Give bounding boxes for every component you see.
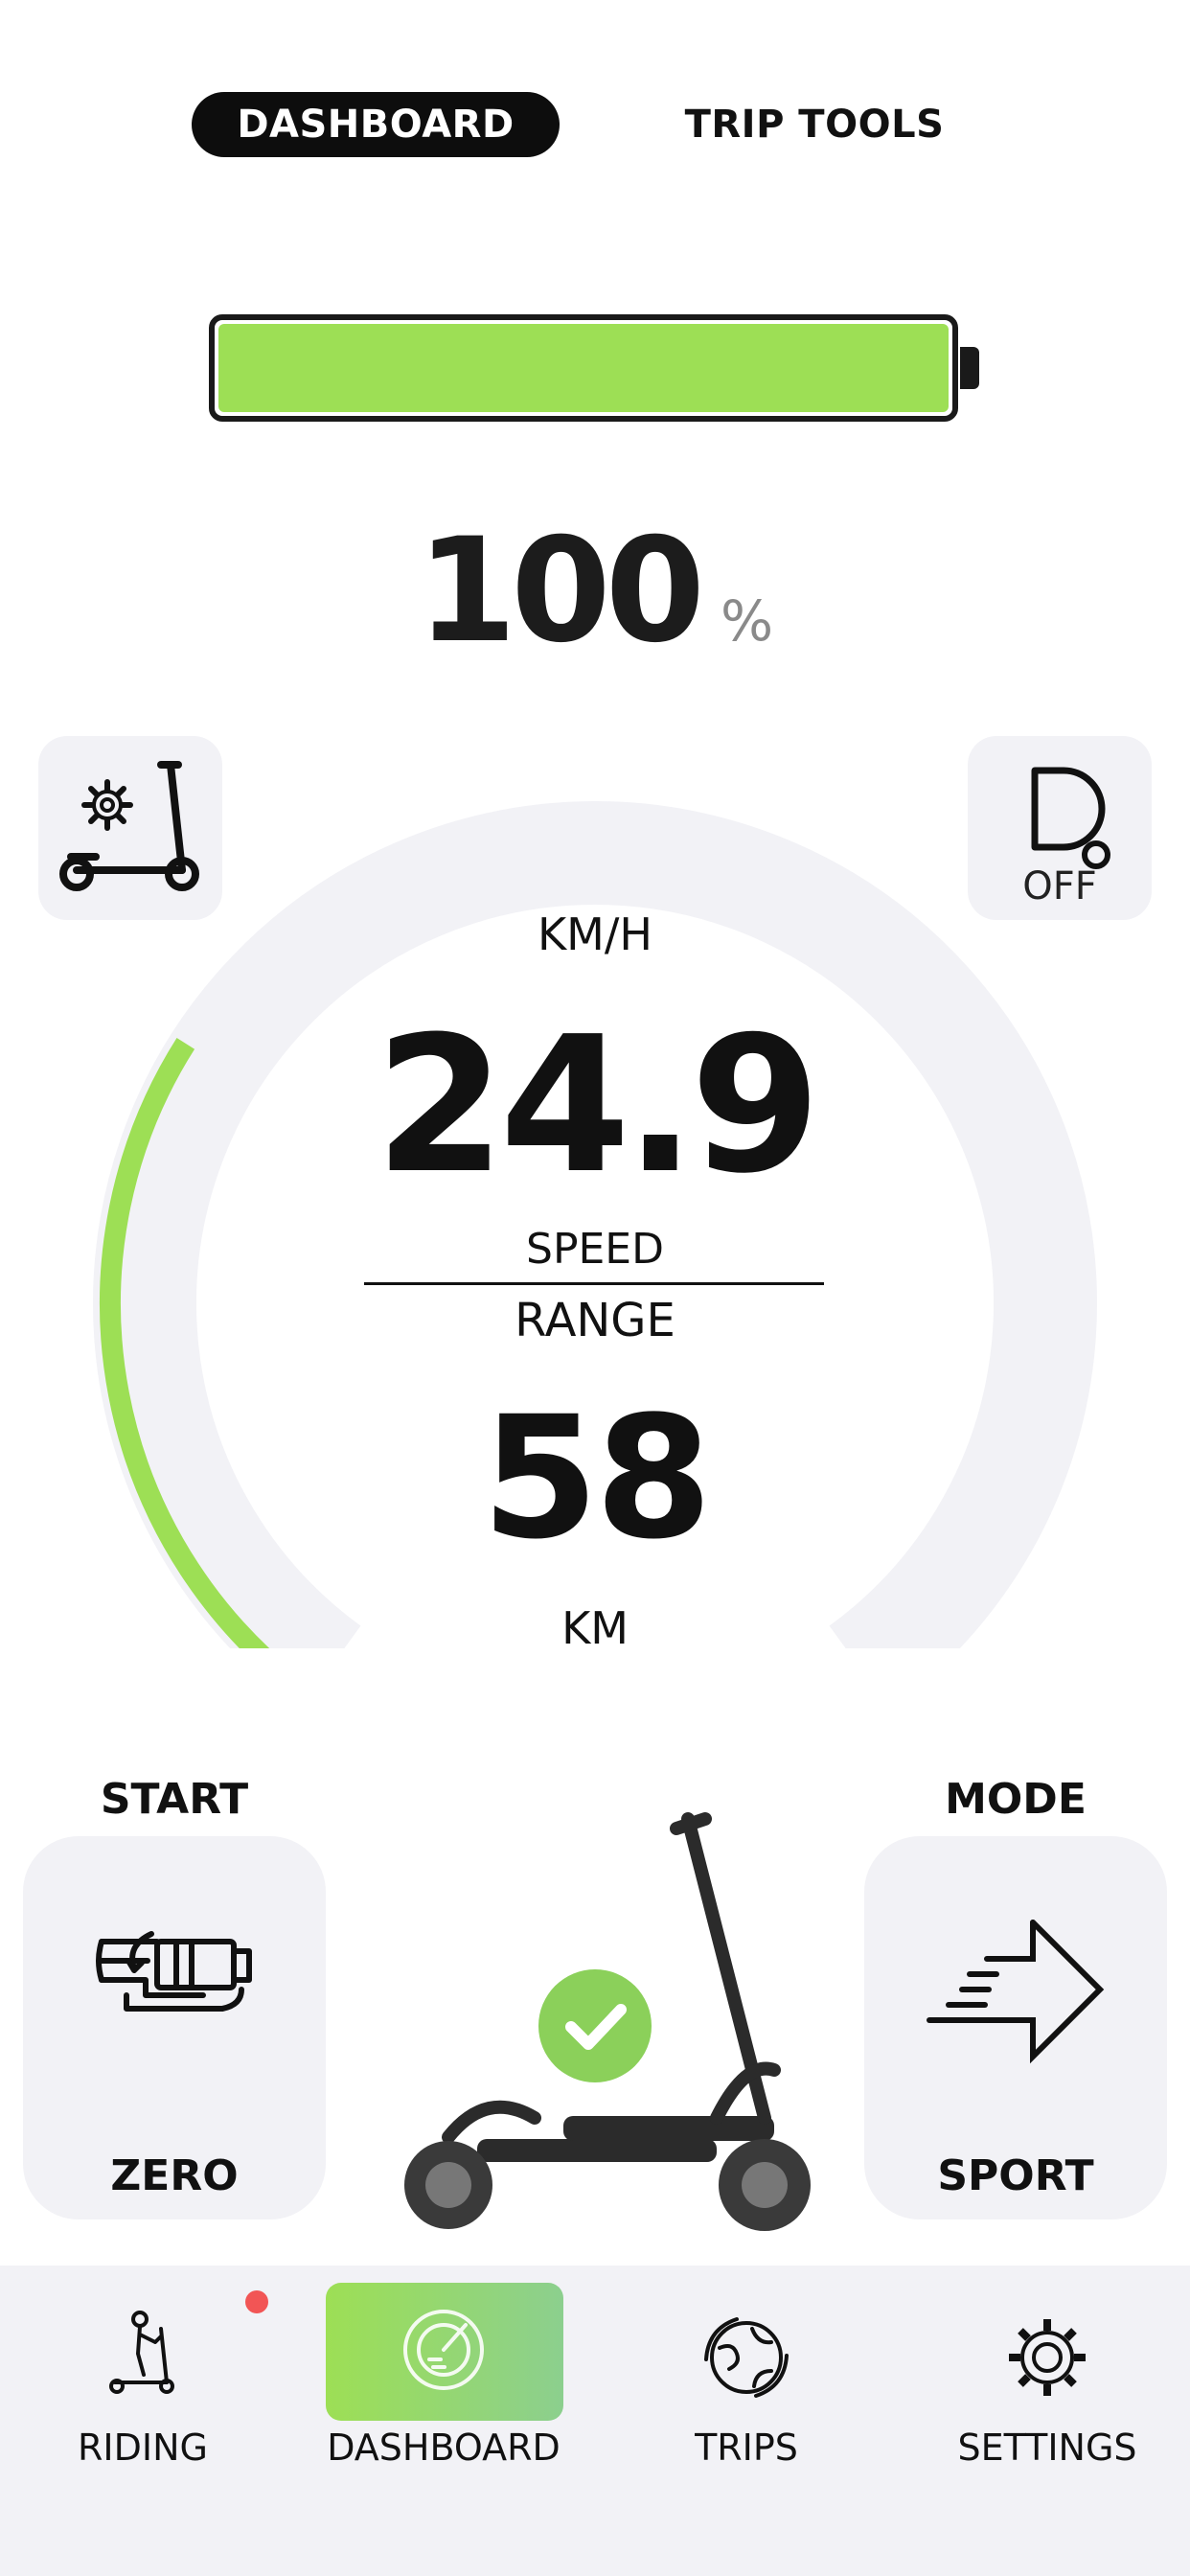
connected-status — [538, 1969, 652, 2082]
battery-percent-unit: % — [721, 588, 774, 654]
gauge-divider — [364, 1282, 824, 1285]
nav-item-dashboard[interactable]: DASHBOARD — [324, 2266, 563, 2476]
arrow-right-icon — [927, 1920, 1105, 2064]
nav-label-settings: SETTINGS — [957, 2426, 1137, 2469]
tab-dashboard[interactable]: DASHBOARD — [192, 92, 560, 157]
nav-item-settings[interactable]: SETTINGS — [927, 2266, 1167, 2476]
range-label: RANGE — [515, 1294, 675, 1347]
speed-value: 24.9 — [375, 997, 821, 1215]
ride-mode-button[interactable]: SPORT — [864, 1836, 1167, 2220]
speed-unit: KM/H — [538, 908, 652, 960]
start-mode-value: ZERO — [110, 2151, 239, 2200]
top-tab-bar: DASHBOARD TRIP TOOLS — [0, 92, 1190, 159]
nav-label-trips: TRIPS — [695, 2426, 798, 2469]
battery-cap — [960, 347, 979, 389]
rider-icon — [109, 2311, 174, 2394]
tab-trip-tools[interactable]: TRIP TOOLS — [661, 92, 968, 157]
range-unit: KM — [561, 1602, 629, 1654]
battery-percent: 100 % — [0, 508, 1190, 675]
nav-label-riding: RIDING — [78, 2426, 208, 2469]
speedometer-icon — [403, 2310, 484, 2390]
nav-item-trips[interactable]: TRIPS — [627, 2266, 866, 2476]
start-label: START — [100, 1775, 249, 1824]
range-value: 58 — [481, 1380, 713, 1576]
speed-label: SPEED — [526, 1225, 664, 1274]
check-icon — [565, 2004, 627, 2050]
battery-percent-value: 100 — [416, 508, 705, 675]
nav-item-riding[interactable]: RIDING — [23, 2266, 268, 2476]
gear-icon — [1009, 2319, 1086, 2396]
globe-icon — [704, 2317, 789, 2398]
bottom-nav: RIDING DASHBOARD TRIPS SETTINGS — [0, 2266, 1190, 2576]
ride-mode-value: SPORT — [937, 2151, 1094, 2200]
riding-notification-dot — [245, 2290, 268, 2313]
battery-fill — [218, 324, 949, 412]
throttle-icon — [96, 1931, 252, 2012]
mode-label: MODE — [945, 1775, 1087, 1824]
battery-indicator — [209, 314, 958, 422]
start-mode-button[interactable]: ZERO — [23, 1836, 326, 2220]
nav-label-dashboard: DASHBOARD — [327, 2426, 561, 2469]
